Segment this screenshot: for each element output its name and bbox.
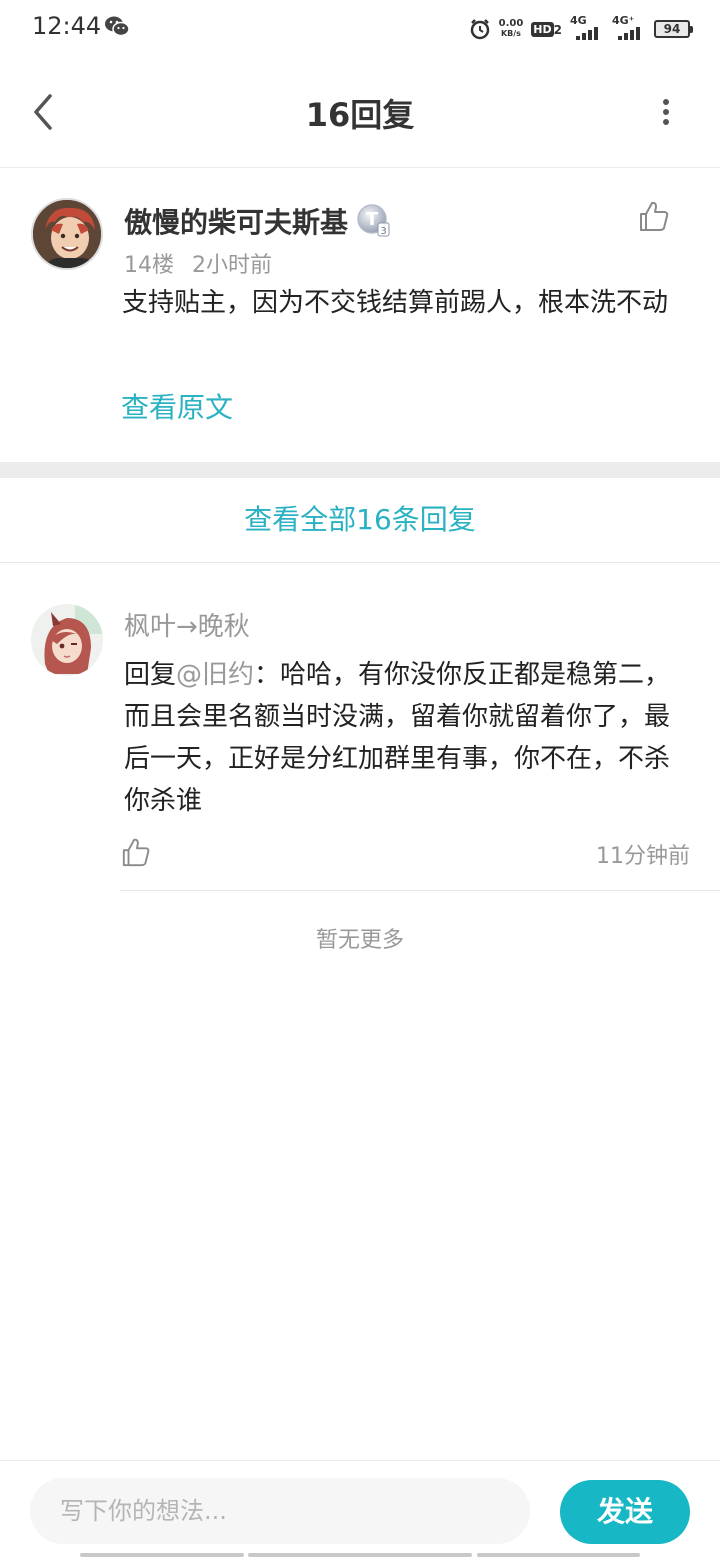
comment-bar: 发送 bbox=[0, 1460, 720, 1560]
reply-author-avatar[interactable] bbox=[31, 604, 103, 676]
comment-time: 2小时前 bbox=[192, 253, 272, 278]
reply-prefix: 回复 bbox=[124, 660, 177, 690]
badge-letter: T bbox=[366, 209, 379, 230]
reply-content: 回复@旧约：哈哈，有你没你反正都是稳第二，而且会里名额当时没满，留着你就留着你了… bbox=[124, 654, 694, 822]
net-type-1: 4G bbox=[570, 14, 587, 27]
alarm-icon bbox=[470, 19, 489, 40]
reply-divider bbox=[120, 890, 720, 891]
more-options-icon[interactable] bbox=[652, 96, 680, 128]
net-speed-value: 0.00 bbox=[498, 18, 524, 29]
hd-sub: 2 bbox=[553, 22, 562, 37]
reply-item: 枫叶→晚秋 回复@旧约：哈哈，有你没你反正都是稳第二，而且会里名额当时没满，留着… bbox=[0, 564, 720, 892]
status-time: 12:44 bbox=[32, 12, 102, 40]
top-bar: 16回复 bbox=[0, 56, 720, 168]
view-original-link[interactable]: 查看原文 bbox=[121, 386, 233, 426]
signal-icon: 4G bbox=[570, 14, 604, 42]
navigation-handle bbox=[0, 1553, 720, 1558]
view-all-replies-label[interactable]: 查看全部16条回复 bbox=[0, 478, 720, 562]
main-comment: 傲慢的柴可夫斯基 T 3 14楼 2小时前 支持贴主，因为不交钱结算前踢人，根本洗… bbox=[0, 169, 720, 462]
status-bar: 12:44 0.00 KB/s HD 2 4G 4G⁺ 94 bbox=[0, 0, 720, 56]
section-divider bbox=[0, 462, 720, 478]
comment-content: 支持贴主，因为不交钱结算前踢人，根本洗不动 bbox=[122, 288, 669, 318]
wechat-icon bbox=[105, 16, 130, 37]
net-speed-unit: KB/s bbox=[500, 29, 521, 38]
net-speed: 0.00 KB/s bbox=[499, 19, 524, 39]
avatar-image bbox=[31, 604, 103, 676]
author-name[interactable]: 傲慢的柴可夫斯基 bbox=[124, 201, 348, 241]
thumbs-up-icon[interactable] bbox=[121, 836, 151, 868]
hd-label: HD bbox=[531, 21, 554, 37]
thumbs-up-icon[interactable] bbox=[638, 199, 670, 233]
reply-time: 11分钟前 bbox=[596, 844, 690, 869]
battery-icon: 94 bbox=[654, 20, 693, 38]
view-all-replies[interactable]: 查看全部16条回复 bbox=[0, 478, 720, 563]
no-more-label: 暂无更多 bbox=[315, 928, 404, 953]
avatar-image bbox=[33, 200, 101, 268]
floor-number: 14楼 bbox=[124, 253, 174, 278]
comment-input[interactable] bbox=[30, 1478, 530, 1544]
reply-mention[interactable]: @旧约 bbox=[176, 660, 254, 690]
send-button[interactable]: 发送 bbox=[560, 1480, 690, 1544]
net-type-2: 4G⁺ bbox=[612, 14, 635, 27]
hd-indicator: HD 2 bbox=[531, 21, 562, 37]
status-icons: 0.00 KB/s HD 2 4G 4G⁺ 94 bbox=[469, 14, 693, 44]
badge-level: 3 bbox=[380, 226, 386, 237]
author-avatar[interactable] bbox=[31, 198, 103, 270]
reply-author-name[interactable]: 枫叶→晚秋 bbox=[124, 606, 250, 643]
comment-meta: 14楼 2小时前 bbox=[124, 247, 272, 279]
signal-icon-2: 4G⁺ bbox=[612, 14, 646, 42]
page-title: 16回复 bbox=[305, 96, 415, 134]
level-badge-icon: T 3 bbox=[357, 204, 390, 237]
